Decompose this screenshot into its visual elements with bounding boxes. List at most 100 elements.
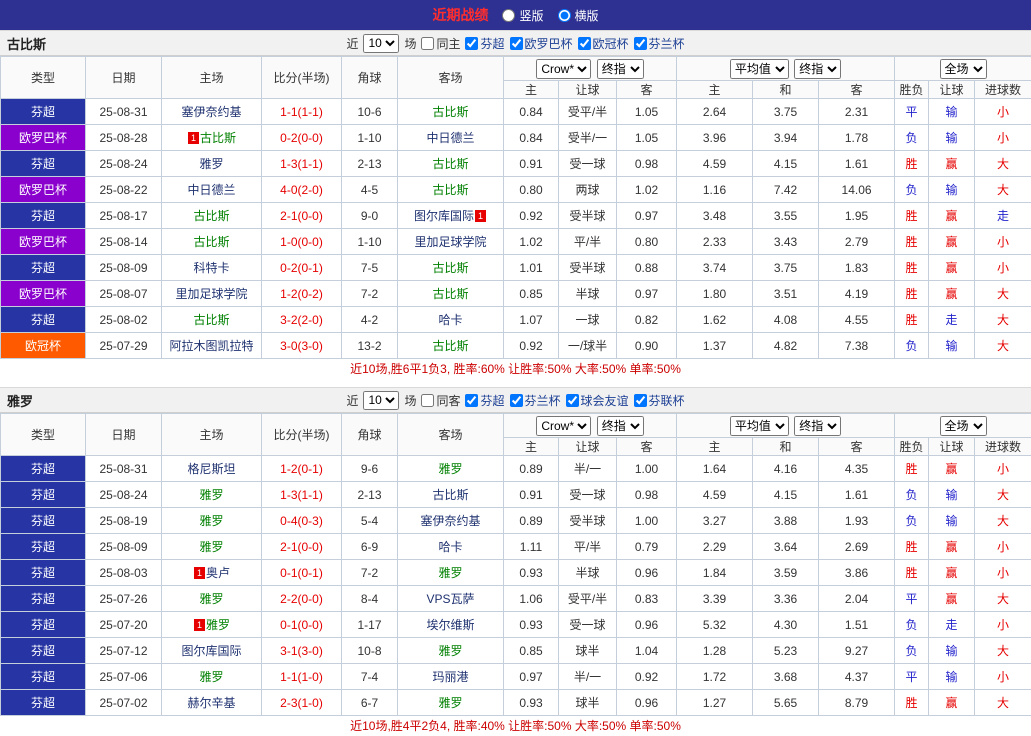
- team-name[interactable]: 古比斯: [432, 488, 468, 502]
- layout-horizontal-option[interactable]: 横版: [557, 7, 599, 24]
- match-score[interactable]: 2-1(0-0): [261, 202, 342, 229]
- team-name[interactable]: 哈卡: [438, 540, 462, 554]
- match-score[interactable]: 4-0(2-0): [261, 176, 342, 203]
- team-name[interactable]: 雅罗: [199, 592, 223, 606]
- team-name[interactable]: 塞伊奈约基: [181, 105, 241, 119]
- league-filter-option[interactable]: 欧冠杯: [577, 35, 629, 52]
- league-filter-checkbox[interactable]: [509, 36, 523, 50]
- team-name[interactable]: 图尔库国际: [414, 209, 474, 223]
- team-name[interactable]: 雅罗: [199, 540, 223, 554]
- team-name[interactable]: 古比斯: [432, 183, 468, 197]
- team-name[interactable]: VPS瓦萨: [426, 592, 474, 606]
- match-score[interactable]: 1-2(0-1): [261, 455, 342, 482]
- team-name[interactable]: 格尼斯坦: [187, 462, 235, 476]
- same-venue-option[interactable]: 同主: [421, 35, 460, 52]
- team-name[interactable]: 雅罗: [438, 462, 462, 476]
- team-name[interactable]: 雅罗: [199, 514, 223, 528]
- final-odds-select[interactable]: 终指: [596, 58, 644, 79]
- team-name[interactable]: 图尔库国际: [181, 644, 241, 658]
- same-venue-option[interactable]: 同客: [421, 392, 460, 409]
- league-filter-option[interactable]: 芬超: [465, 392, 505, 409]
- team-name[interactable]: 阿拉木图凯拉特: [169, 339, 253, 353]
- league-filter-option[interactable]: 芬联杯: [633, 392, 685, 409]
- final-odds-select[interactable]: 终指: [794, 58, 842, 79]
- match-score[interactable]: 3-1(3-0): [261, 637, 342, 664]
- match-score[interactable]: 1-3(1-1): [261, 150, 342, 177]
- team-name[interactable]: 古比斯: [200, 131, 236, 145]
- final-odds-select[interactable]: 终指: [596, 415, 644, 436]
- league-filter-checkbox[interactable]: [633, 36, 647, 50]
- team-name[interactable]: 古比斯: [432, 157, 468, 171]
- team-name[interactable]: 里加足球学院: [414, 235, 486, 249]
- team-name[interactable]: 雅罗: [199, 488, 223, 502]
- team-name[interactable]: 雅罗: [206, 618, 230, 632]
- match-score[interactable]: 3-2(2-0): [261, 306, 342, 333]
- result-goals: 小: [974, 455, 1031, 482]
- league-filter-option[interactable]: 球会友谊: [565, 392, 629, 409]
- match-score[interactable]: 1-3(1-1): [261, 481, 342, 508]
- average-select[interactable]: 平均值: [729, 58, 789, 79]
- team-name[interactable]: 古比斯: [193, 209, 229, 223]
- team-name[interactable]: 里加足球学院: [175, 287, 247, 301]
- team-name[interactable]: 科特卡: [193, 261, 229, 275]
- team-name[interactable]: 哈卡: [438, 313, 462, 327]
- league-filter-checkbox[interactable]: [465, 36, 479, 50]
- team-name[interactable]: 雅罗: [438, 696, 462, 710]
- team-name[interactable]: 古比斯: [193, 313, 229, 327]
- match-score[interactable]: 0-4(0-3): [261, 507, 342, 534]
- team-name[interactable]: 中日德兰: [426, 131, 474, 145]
- team-name[interactable]: 古比斯: [193, 235, 229, 249]
- match-score[interactable]: 2-3(1-0): [261, 689, 342, 716]
- fulltime-select[interactable]: 全场: [939, 415, 987, 436]
- team-name[interactable]: 埃尔维斯: [426, 618, 474, 632]
- team-name[interactable]: 雅罗: [199, 670, 223, 684]
- layout-vertical-option[interactable]: 竖版: [502, 7, 544, 24]
- league-filter-option[interactable]: 芬兰杯: [633, 35, 685, 52]
- match-score[interactable]: 0-2(0-0): [261, 124, 342, 151]
- same-venue-checkbox[interactable]: [421, 393, 435, 407]
- match-count-select[interactable]: 10: [363, 33, 400, 53]
- team-name[interactable]: 奥卢: [206, 566, 230, 580]
- home-team: 图尔库国际: [161, 637, 262, 664]
- team-name[interactable]: 玛丽港: [432, 670, 468, 684]
- match-score[interactable]: 1-1(1-1): [261, 98, 342, 125]
- league-filter-checkbox[interactable]: [465, 393, 479, 407]
- team-name[interactable]: 雅罗: [438, 644, 462, 658]
- team-name[interactable]: 古比斯: [432, 339, 468, 353]
- team-name[interactable]: 古比斯: [432, 261, 468, 275]
- match-score[interactable]: 2-2(0-0): [261, 585, 342, 612]
- league-filter-checkbox[interactable]: [565, 393, 579, 407]
- result-handicap: 输: [928, 176, 976, 203]
- fulltime-select[interactable]: 全场: [939, 58, 987, 79]
- league-filter-checkbox[interactable]: [577, 36, 591, 50]
- bookmaker-select[interactable]: Crow*: [536, 58, 592, 79]
- team-name[interactable]: 赫尔辛基: [187, 696, 235, 710]
- average-select[interactable]: 平均值: [729, 415, 789, 436]
- matches-table-2: 类型 日期 主场 比分(半场) 角球 客场 Crow* 终指 平均值 终指 全场: [0, 413, 1031, 716]
- match-score[interactable]: 0-2(0-1): [261, 254, 342, 281]
- team-name[interactable]: 雅罗: [199, 157, 223, 171]
- match-score[interactable]: 0-1(0-0): [261, 611, 342, 638]
- horizontal-layout-radio[interactable]: [557, 8, 571, 22]
- league-filter-option[interactable]: 芬超: [465, 35, 505, 52]
- team-name[interactable]: 古比斯: [432, 287, 468, 301]
- vertical-layout-radio[interactable]: [502, 8, 516, 22]
- team-name[interactable]: 中日德兰: [187, 183, 235, 197]
- match-score[interactable]: 1-2(0-2): [261, 280, 342, 307]
- league-filter-checkbox[interactable]: [633, 393, 647, 407]
- league-filter-option[interactable]: 欧罗巴杯: [509, 35, 573, 52]
- match-count-select[interactable]: 10: [363, 390, 400, 410]
- team-name[interactable]: 古比斯: [432, 105, 468, 119]
- match-score[interactable]: 1-1(1-0): [261, 663, 342, 690]
- match-score[interactable]: 0-1(0-1): [261, 559, 342, 586]
- bookmaker-select[interactable]: Crow*: [536, 415, 592, 436]
- team-name[interactable]: 雅罗: [438, 566, 462, 580]
- league-filter-option[interactable]: 芬兰杯: [509, 392, 561, 409]
- same-venue-checkbox[interactable]: [421, 36, 435, 50]
- match-score[interactable]: 1-0(0-0): [261, 228, 342, 255]
- match-score[interactable]: 3-0(3-0): [261, 332, 342, 359]
- team-name[interactable]: 塞伊奈约基: [420, 514, 480, 528]
- match-score[interactable]: 2-1(0-0): [261, 533, 342, 560]
- league-filter-checkbox[interactable]: [509, 393, 523, 407]
- final-odds-select[interactable]: 终指: [794, 415, 842, 436]
